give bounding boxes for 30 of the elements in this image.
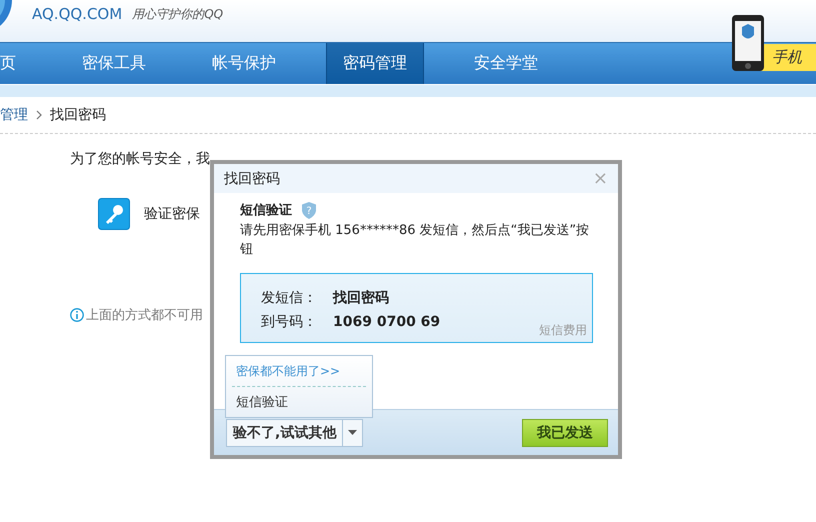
instruction-text: 请先用密保手机 156******86 发短信，然后点“我已发送”按钮 — [240, 222, 590, 259]
method-link[interactable]: 验证密保 — [144, 205, 200, 223]
menu-item[interactable]: 短信验证 — [232, 387, 366, 417]
nav-tab[interactable]: 密码管理 — [326, 43, 424, 84]
alternative-button[interactable]: 验不了,试试其他 — [226, 418, 344, 446]
slogan: 用心守护你的QQ — [132, 6, 224, 22]
promo-tag[interactable]: 手机 — [760, 44, 816, 70]
caret-icon — [348, 430, 358, 435]
field-label: 到号码： — [261, 313, 317, 331]
site-name[interactable]: AQ.QQ.COM — [32, 5, 122, 23]
note-text: 上面的方式都不可用 — [86, 307, 203, 324]
nav-tab[interactable]: 安全学堂 — [458, 43, 554, 84]
dialog-title: 找回密码 — [224, 170, 280, 188]
breadcrumb-item[interactable]: 管理 — [0, 106, 28, 124]
field-value: 找回密码 — [333, 289, 389, 307]
breadcrumb-item: 找回密码 — [50, 106, 106, 124]
phone-icon[interactable] — [732, 15, 764, 71]
key-icon[interactable] — [98, 198, 130, 230]
nav-tab[interactable]: 帐号保护 — [196, 43, 292, 84]
info-icon — [70, 308, 84, 322]
sent-button[interactable]: 我已发送 — [522, 418, 608, 446]
menu-item[interactable]: 密保都不能用了>> — [232, 356, 366, 387]
nav-tab[interactable]: 密保工具 — [66, 43, 162, 84]
field-value: 1069 0700 69 — [333, 314, 440, 330]
field-label: 发短信： — [261, 289, 317, 307]
dropdown-button[interactable] — [343, 418, 364, 446]
intro-text: 为了您的帐号安全，我 — [70, 150, 211, 168]
section-heading: 短信验证 — [240, 202, 292, 219]
nav-tab[interactable]: 页 — [0, 43, 32, 84]
chevron-icon — [36, 110, 42, 120]
